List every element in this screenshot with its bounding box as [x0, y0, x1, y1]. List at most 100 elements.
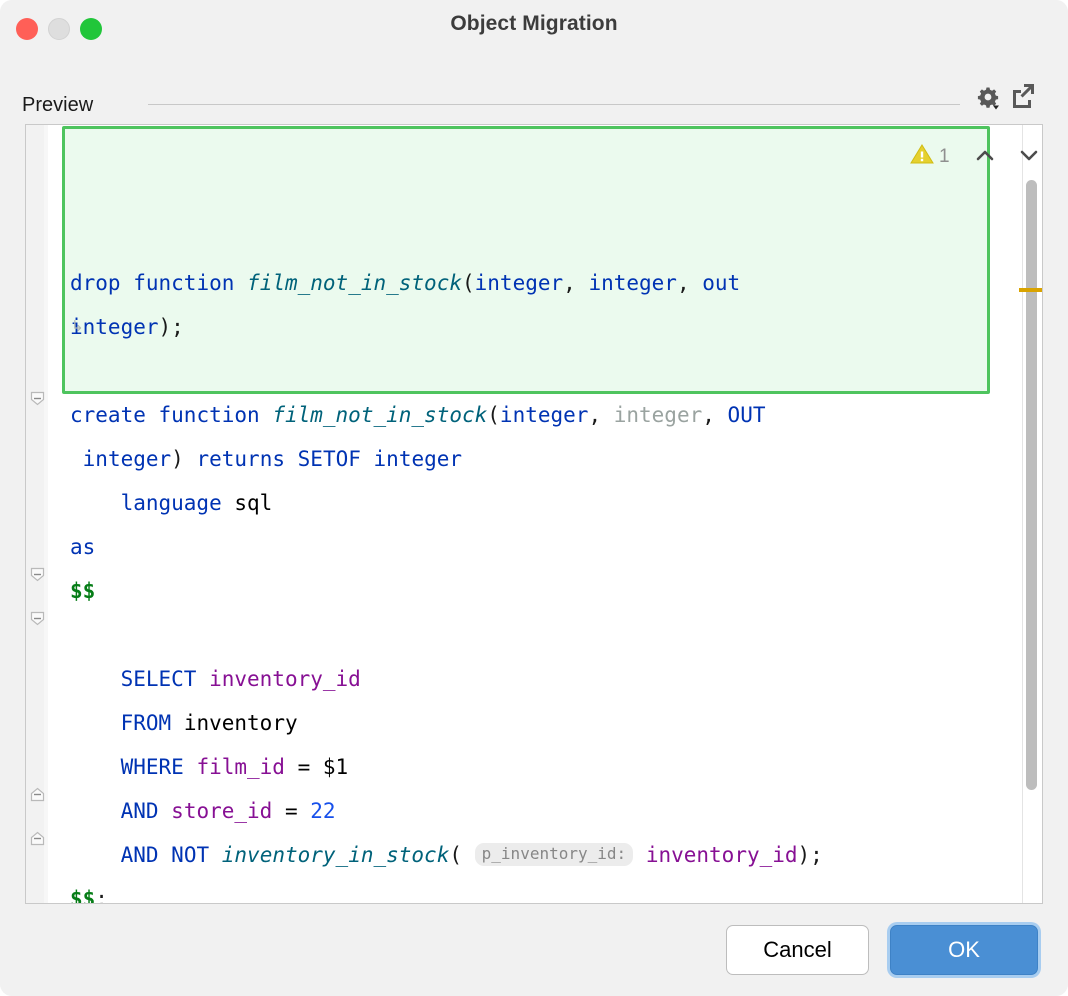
code-token: sql	[234, 491, 273, 515]
code-token: NOT	[171, 843, 210, 867]
warning-count: 1	[939, 145, 950, 167]
code-token: ,	[702, 403, 728, 427]
code-token: SELECT	[120, 667, 197, 691]
code-token: 22	[310, 799, 336, 823]
cancel-button[interactable]: Cancel	[726, 925, 869, 975]
code-token: (	[449, 843, 462, 867]
fold-marker-collapsed-end[interactable]	[30, 787, 45, 802]
open-in-new-window-icon[interactable]	[1010, 82, 1036, 108]
code-line: SELECT inventory_id	[70, 657, 1020, 701]
warning-triangle-icon	[910, 143, 934, 170]
code-token: language	[120, 491, 222, 515]
code-token: integer	[499, 403, 589, 427]
code-token: WHERE	[120, 755, 184, 779]
code-token: );	[158, 315, 184, 339]
code-line: ↳ integer);	[70, 305, 1020, 349]
code-token: AND	[120, 799, 159, 823]
editor-gutter[interactable]	[26, 125, 48, 903]
code-token: integer	[82, 447, 172, 471]
code-line: $$;	[70, 877, 1020, 904]
code-line: FROM inventory	[70, 701, 1020, 745]
preview-separator	[148, 104, 960, 105]
fold-marker-expanded[interactable]	[30, 611, 45, 626]
code-token: out	[702, 271, 741, 295]
code-token: ,	[676, 271, 703, 295]
code-token: function	[133, 271, 235, 295]
fold-marker-expanded[interactable]	[30, 567, 45, 582]
preview-label: Preview	[22, 92, 104, 118]
code-line: $$	[70, 569, 1020, 613]
code-token: $$	[70, 579, 96, 603]
code-token: FROM	[120, 711, 172, 735]
code-token: create	[70, 403, 146, 427]
object-migration-dialog: Object Migration Preview drop function f…	[0, 0, 1068, 996]
warning-marker-stripe[interactable]	[1019, 288, 1042, 292]
code-token: =	[272, 799, 311, 823]
code-token: integer	[588, 271, 677, 295]
code-token: $1	[322, 755, 349, 779]
code-token: as	[70, 535, 96, 559]
code-token: )	[171, 447, 184, 471]
gear-icon[interactable]	[972, 82, 1002, 112]
fold-marker-collapsed-end[interactable]	[30, 831, 45, 846]
code-lines: drop function film_not_in_stock(integer,…	[48, 261, 1020, 904]
code-token: );	[797, 843, 823, 867]
code-token: function	[158, 403, 260, 427]
chevron-down-icon[interactable]	[1014, 141, 1042, 169]
fold-marker-expanded[interactable]	[30, 391, 45, 406]
code-token: inventory_id	[645, 843, 798, 867]
code-token: ,	[588, 403, 614, 427]
code-token: (	[487, 403, 500, 427]
window-title: Object Migration	[450, 12, 618, 35]
code-line: integer) returns SETOF integer	[70, 437, 1020, 481]
code-token: $$	[70, 887, 96, 904]
chevron-up-icon[interactable]	[970, 141, 1000, 169]
code-token: ,	[563, 271, 589, 295]
code-line: drop function film_not_in_stock( integer,…	[70, 261, 1020, 305]
code-token: inventory	[183, 711, 298, 735]
ok-button[interactable]: OK	[890, 925, 1038, 975]
soft-wrap-arrow-icon: ↳	[71, 317, 84, 335]
code-token: integer	[613, 403, 703, 427]
code-token: drop	[70, 271, 121, 295]
code-token: inventory_id	[209, 667, 361, 691]
code-line: AND store_id = 22	[70, 789, 1020, 833]
code-line: language sql	[70, 481, 1020, 525]
code-token: (	[461, 271, 475, 295]
code-token: AND	[120, 843, 159, 867]
code-token: film_not_in_stock	[247, 271, 462, 295]
preview-editor[interactable]: drop function film_not_in_stock(integer,…	[25, 124, 1043, 904]
title-bar: Object Migration	[0, 0, 1068, 57]
editor-scrollbar-thumb[interactable]	[1026, 180, 1037, 790]
code-token: =	[284, 755, 323, 779]
code-line: WHERE film_id = $1	[70, 745, 1020, 789]
inline-parameter-hint: p_inventory_id:	[474, 843, 634, 866]
code-token: inventory_in_stock	[221, 843, 450, 867]
code-token: SETOF	[297, 447, 361, 471]
code-content[interactable]: drop function film_not_in_stock(integer,…	[48, 125, 1020, 903]
code-token: ;	[95, 887, 108, 904]
status-badge[interactable]: 1	[910, 143, 950, 170]
code-token: film_not_in_stock	[272, 403, 488, 427]
code-token: film_id	[196, 755, 285, 779]
